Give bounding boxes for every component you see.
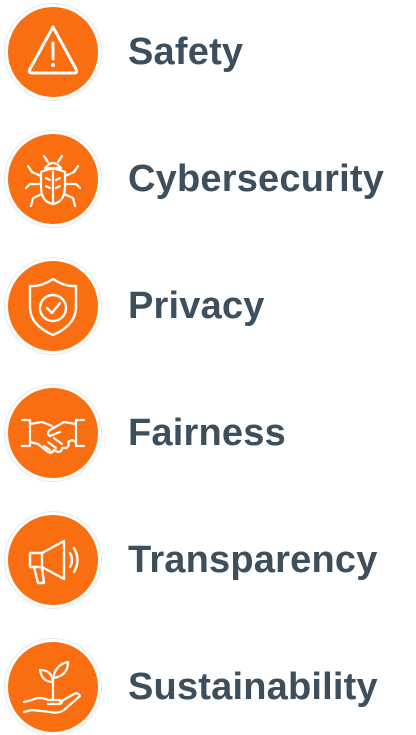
megaphone-icon — [28, 539, 79, 585]
icon-badge — [5, 512, 101, 608]
item-label: Privacy — [128, 285, 265, 327]
principles-list: Safety Cybersecurity Privacy Fairness Tr… — [0, 0, 416, 735]
list-item-transparency: Transparency — [5, 512, 415, 608]
item-label: Transparency — [128, 539, 378, 581]
item-label: Safety — [128, 31, 244, 73]
icon-badge — [5, 131, 101, 227]
item-label: Fairness — [128, 412, 286, 454]
icon-badge — [5, 4, 101, 100]
list-item-privacy: Privacy — [5, 258, 415, 354]
list-item-sustainability: Sustainability — [5, 639, 415, 735]
badge-circle — [8, 134, 98, 224]
badge-circle — [8, 388, 98, 478]
shield-check-icon — [28, 277, 78, 337]
badge-circle — [8, 261, 98, 351]
hand-plant-icon — [22, 660, 82, 714]
list-item-cybersecurity: Cybersecurity — [5, 131, 415, 227]
item-label: Sustainability — [128, 666, 378, 708]
item-label: Cybersecurity — [128, 158, 385, 200]
icon-badge — [5, 639, 101, 735]
badge-circle — [8, 642, 98, 732]
icon-badge — [5, 258, 101, 354]
handshake-icon — [20, 418, 86, 454]
bug-icon — [24, 154, 82, 208]
badge-circle — [8, 515, 98, 605]
badge-circle — [8, 7, 98, 97]
warning-triangle-icon — [27, 25, 79, 75]
icon-badge — [5, 385, 101, 481]
list-item-safety: Safety — [5, 4, 415, 100]
list-item-fairness: Fairness — [5, 385, 415, 481]
